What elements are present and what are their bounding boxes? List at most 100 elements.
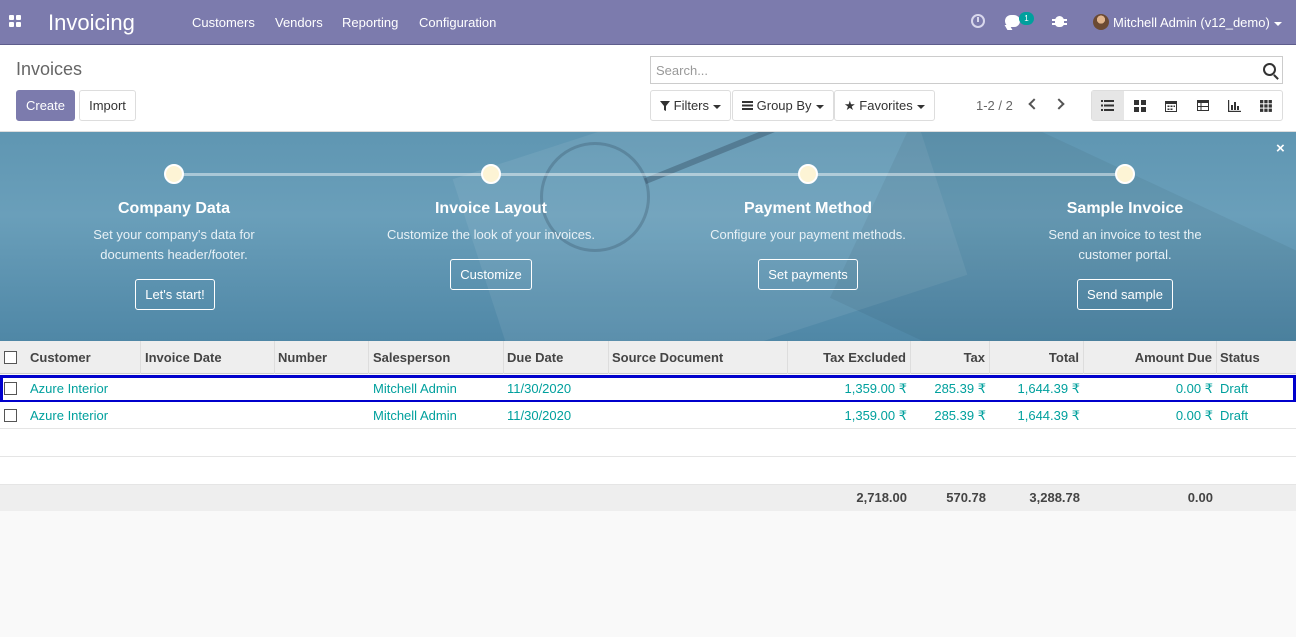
table-row[interactable]: Azure Interior Mitchell Admin 11/30/2020…: [0, 375, 1296, 403]
menu-configuration[interactable]: Configuration: [419, 15, 496, 30]
empty-row: [0, 429, 1296, 457]
import-button[interactable]: Import: [79, 90, 136, 121]
cell-tax: 285.39 ₹: [934, 381, 986, 396]
progress-line: [174, 173, 1125, 176]
bars-icon: [742, 101, 753, 110]
pager-previous-icon[interactable]: [1028, 98, 1040, 110]
cell-amount-due: 0.00 ₹: [1175, 408, 1213, 423]
cell-customer[interactable]: Azure Interior: [30, 375, 108, 402]
step-dot: [481, 164, 501, 184]
step-description-line: documents header/footer.: [100, 247, 248, 262]
search-input[interactable]: [651, 57, 1241, 83]
apps-menu-icon[interactable]: [9, 15, 23, 29]
step-description-line: Configure your payment methods.: [710, 227, 906, 242]
step-description: Set your company's data for documents he…: [24, 225, 324, 265]
top-navbar: Invoicing Customers Vendors Reporting Co…: [0, 0, 1296, 45]
column-salesperson[interactable]: Salesperson: [369, 341, 504, 374]
menu-customers[interactable]: Customers: [192, 15, 255, 30]
step-dot: [164, 164, 184, 184]
group-by-label: Group By: [756, 98, 812, 113]
column-number[interactable]: Number: [274, 341, 369, 374]
column-status[interactable]: Status: [1216, 341, 1296, 374]
chevron-down-icon: [916, 104, 925, 109]
cell-customer[interactable]: Azure Interior: [30, 402, 108, 429]
chevron-down-icon: [1273, 21, 1282, 26]
step-title: Sample Invoice: [1066, 200, 1184, 217]
total-amount-due: 0.00: [1187, 490, 1213, 505]
step-title: Payment Method: [743, 200, 872, 217]
star-icon: ★: [844, 98, 856, 113]
group-by-button[interactable]: Group By: [732, 90, 834, 121]
menu-reporting[interactable]: Reporting: [342, 15, 398, 30]
onboarding-banner: × Company Data Set your company's data f…: [0, 132, 1296, 341]
send-sample-button[interactable]: Send sample: [1077, 279, 1173, 310]
cell-status: Draft: [1220, 381, 1249, 396]
filters-label: Filters: [673, 98, 710, 113]
cell-due-date: 11/30/2020: [507, 408, 572, 423]
calendar-view-icon[interactable]: [1155, 91, 1187, 120]
row-checkbox[interactable]: [4, 409, 17, 422]
step-description: Customize the look of your invoices.: [341, 225, 641, 245]
table-footer-totals: 2,718.00 570.78 3,288.78 0.00: [0, 485, 1296, 511]
view-switcher: [1091, 90, 1283, 121]
pager-next-icon[interactable]: [1053, 98, 1065, 110]
total-tax: 570.78: [946, 490, 986, 505]
app-title: Invoicing: [48, 10, 135, 35]
grid-view-icon[interactable]: [1250, 91, 1282, 120]
list-view-icon[interactable]: [1092, 91, 1124, 120]
step-dot: [798, 164, 818, 184]
cell-total: 1,644.39 ₹: [1017, 408, 1081, 423]
cell-due-date: 11/30/2020: [507, 381, 572, 396]
search-box: [650, 56, 1283, 84]
column-tax-excluded[interactable]: Tax Excluded: [787, 341, 911, 374]
user-menu[interactable]: Mitchell Admin (v12_demo): [1113, 15, 1282, 30]
customize-button[interactable]: Customize: [450, 259, 532, 290]
column-amount-due[interactable]: Amount Due: [1083, 341, 1217, 374]
create-button[interactable]: Create: [16, 90, 75, 121]
total-total: 3,288.78: [1029, 490, 1080, 505]
chat-icon[interactable]: [1005, 15, 1020, 27]
step-description-line: Send an invoice to test the: [1048, 227, 1202, 242]
kanban-view-icon[interactable]: [1124, 91, 1156, 120]
step-description-line: Customize the look of your invoices.: [386, 227, 596, 242]
column-customer[interactable]: Customer: [26, 341, 141, 374]
breadcrumb: Invoices: [16, 59, 83, 79]
graph-view-icon[interactable]: [1219, 91, 1251, 120]
cell-status: Draft: [1220, 408, 1249, 423]
column-source-document[interactable]: Source Document: [608, 341, 788, 374]
cell-amount-due: 0.00 ₹: [1175, 381, 1213, 396]
pager-value[interactable]: 1-2 / 2: [976, 98, 1013, 113]
favorites-button[interactable]: ★ Favorites: [834, 90, 935, 121]
cell-tax: 285.39 ₹: [934, 408, 986, 423]
search-icon[interactable]: [1263, 63, 1276, 76]
column-invoice-date[interactable]: Invoice Date: [141, 341, 275, 374]
chat-badge: 1: [1019, 12, 1034, 25]
column-tax[interactable]: Tax: [910, 341, 990, 374]
row-checkbox[interactable]: [4, 382, 17, 395]
avatar[interactable]: [1093, 14, 1109, 30]
total-tax-excluded: 2,718.00: [856, 490, 907, 505]
menu-vendors[interactable]: Vendors: [275, 15, 323, 30]
step-description: Configure your payment methods.: [658, 225, 958, 245]
step-description: Send an invoice to test the customer por…: [975, 225, 1275, 265]
step-description-line: Set your company's data for: [93, 227, 255, 242]
cell-total: 1,644.39 ₹: [1017, 381, 1081, 396]
control-panel: Invoices Create Import Filters Group By …: [0, 45, 1296, 132]
set-payments-button[interactable]: Set payments: [758, 259, 858, 290]
activity-clock-icon[interactable]: [971, 14, 985, 28]
lets-start-button[interactable]: Let's start!: [135, 279, 215, 310]
cell-tax-excluded: 1,359.00 ₹: [844, 381, 908, 396]
step-dot: [1115, 164, 1135, 184]
column-total[interactable]: Total: [989, 341, 1084, 374]
close-icon[interactable]: ×: [1276, 140, 1285, 157]
debug-bug-icon[interactable]: [1052, 16, 1067, 27]
favorites-label: Favorites: [859, 98, 913, 113]
cell-salesperson: Mitchell Admin: [373, 381, 457, 396]
step-title: Company Data: [117, 200, 231, 217]
filters-button[interactable]: Filters: [650, 90, 732, 121]
chevron-down-icon: [815, 104, 824, 109]
select-all-checkbox[interactable]: [4, 351, 17, 364]
column-due-date[interactable]: Due Date: [503, 341, 609, 374]
pivot-view-icon[interactable]: [1187, 91, 1219, 120]
table-row[interactable]: Azure Interior Mitchell Admin 11/30/2020…: [0, 402, 1296, 429]
